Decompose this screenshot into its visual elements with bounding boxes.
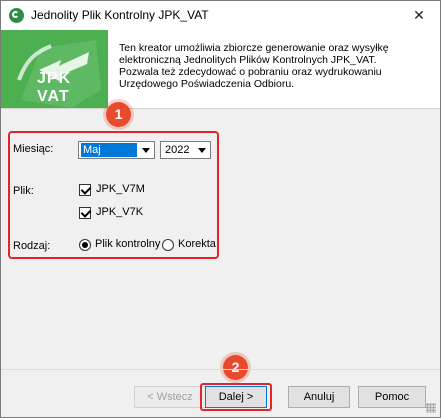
checkbox-label-jpk-v7k: JPK_V7K bbox=[96, 206, 144, 218]
banner-label: JPK VAT bbox=[37, 70, 72, 105]
radio-label-korekta: Korekta bbox=[178, 238, 216, 250]
radio-label-plik-kontrolny: Plik kontrolny bbox=[95, 238, 161, 250]
footer-divider bbox=[1, 369, 440, 370]
resize-grip[interactable] bbox=[426, 403, 436, 413]
year-value: 2022 bbox=[165, 144, 190, 156]
chevron-down-icon bbox=[142, 148, 150, 153]
radio-korekta[interactable] bbox=[162, 239, 174, 251]
next-button-highlight bbox=[200, 383, 272, 411]
year-select[interactable]: 2022 bbox=[160, 141, 211, 159]
step-badge-1: 1 bbox=[106, 102, 131, 127]
help-button[interactable]: Pomoc bbox=[358, 386, 426, 408]
month-value: Maj bbox=[81, 143, 137, 157]
title-bar: Jednolity Plik Kontrolny JPK_VAT ✕ bbox=[1, 1, 440, 30]
wizard-description: Ten kreator umożliwia zbiorcze generowan… bbox=[119, 42, 389, 90]
close-button[interactable]: ✕ bbox=[408, 4, 430, 26]
month-label: Miesiąc: bbox=[13, 143, 54, 155]
back-button[interactable]: < Wstecz bbox=[134, 386, 206, 408]
type-label: Rodzaj: bbox=[13, 240, 51, 252]
chevron-down-icon bbox=[198, 148, 206, 153]
checkbox-label-jpk-v7m: JPK_V7M bbox=[96, 183, 145, 195]
checkbox-jpk-v7m[interactable] bbox=[79, 184, 91, 196]
window-title: Jednolity Plik Kontrolny JPK_VAT bbox=[31, 8, 209, 22]
radio-plik-kontrolny[interactable] bbox=[79, 239, 91, 251]
checkbox-jpk-v7k[interactable] bbox=[79, 207, 91, 219]
month-select[interactable]: Maj bbox=[78, 141, 155, 159]
wizard-window: Jednolity Plik Kontrolny JPK_VAT ✕ JPK V… bbox=[0, 0, 441, 418]
step-badge-2: 2 bbox=[223, 355, 248, 380]
app-icon bbox=[9, 8, 24, 23]
file-label: Plik: bbox=[13, 185, 34, 197]
jpk-vat-banner: JPK VAT bbox=[1, 30, 108, 108]
cancel-button[interactable]: Anuluj bbox=[288, 386, 350, 408]
